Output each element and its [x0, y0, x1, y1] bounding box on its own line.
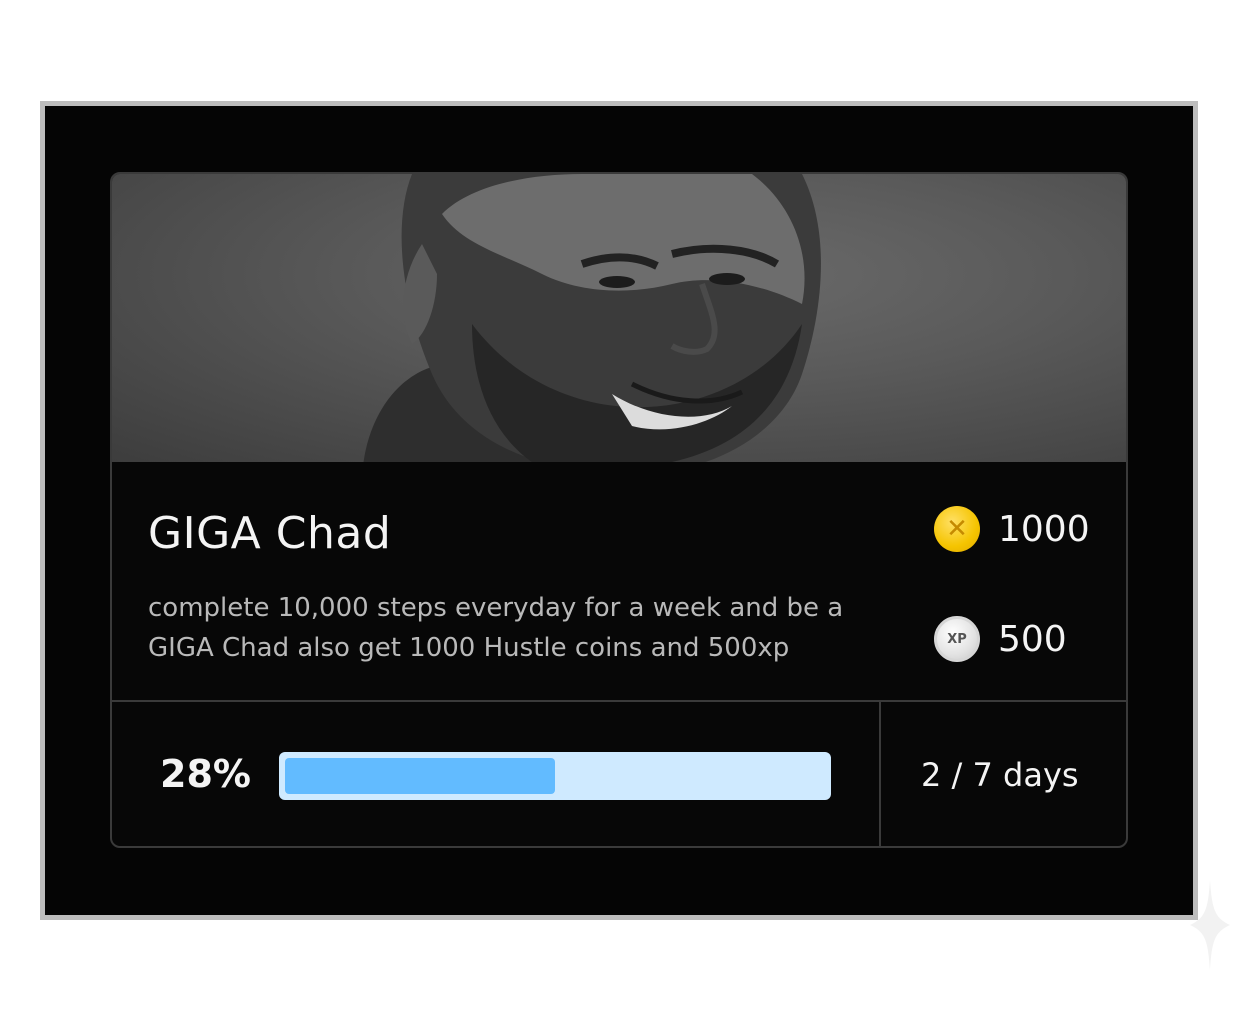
- xp-reward: XP 500: [934, 616, 1067, 662]
- progress-bar: [279, 752, 831, 800]
- hustle-coin-icon: ✕: [934, 506, 980, 552]
- progress-bar-fill: [285, 758, 555, 794]
- days-counter: 2 / 7 days: [921, 756, 1079, 794]
- divider: [879, 701, 881, 846]
- challenge-title: GIGA Chad: [148, 508, 392, 559]
- xp-reward-value: 500: [998, 618, 1067, 660]
- coin-reward: ✕ 1000: [934, 506, 1090, 552]
- progress-percent: 28%: [160, 752, 251, 796]
- coin-reward-value: 1000: [998, 508, 1090, 550]
- sparkle-decoration: [1190, 880, 1230, 970]
- challenge-card[interactable]: GIGA Chad complete 10,000 steps everyday…: [110, 172, 1128, 848]
- divider: [112, 700, 1126, 702]
- challenge-description: complete 10,000 steps everyday for a wee…: [148, 593, 844, 663]
- xp-badge-icon: XP: [934, 616, 980, 662]
- challenge-image: [112, 174, 1126, 462]
